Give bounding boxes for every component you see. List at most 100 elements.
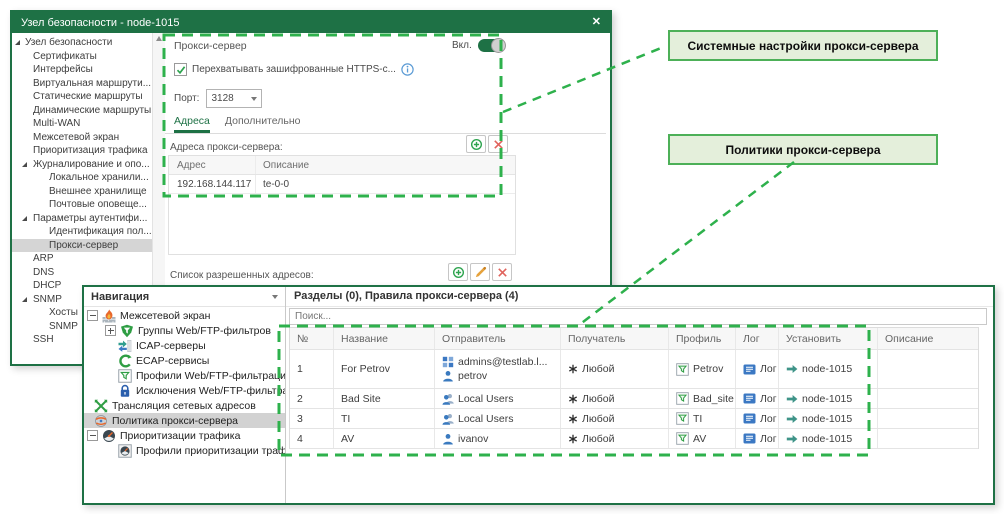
add-address-button[interactable] (466, 135, 486, 153)
tree-item-user-identification[interactable]: Идентификация пол... (12, 225, 152, 239)
install-cell: node-1015 (778, 350, 877, 388)
intercept-https-checkbox[interactable] (174, 63, 187, 76)
tab-additional[interactable]: Дополнительно (225, 115, 301, 133)
address-cell: 192.168.144.117 (177, 178, 252, 190)
filter-profile-icon (676, 412, 689, 425)
info-icon[interactable] (401, 63, 414, 76)
tab-addresses[interactable]: Адреса (174, 115, 210, 133)
column-log[interactable]: Лог (735, 328, 778, 349)
rule-row-2[interactable]: 2 Bad Site Local Users Любой Bad_site Ло… (290, 389, 978, 409)
expander-icon[interactable] (15, 40, 20, 46)
nav-item-proxy-policy[interactable]: Политика прокси-сервера (84, 413, 285, 428)
delete-address-button[interactable] (488, 135, 508, 153)
recipient-cell: Любой (560, 409, 668, 428)
proxy-policy-window: Навигация Межсетевой экран Группы Web/FT… (82, 285, 995, 505)
nav-item-ecap-services[interactable]: ECAP-сервисы (84, 353, 285, 368)
port-select[interactable]: 3128 (206, 89, 263, 108)
proxy-addresses-label: Адреса прокси-сервера: (170, 142, 283, 153)
tree-item-firewall[interactable]: Межсетевой экран (12, 131, 152, 145)
profile-cell: Petrov (668, 350, 735, 388)
log-cell: Лог (735, 350, 778, 388)
tree-item-external-storage[interactable]: Внешнее хранилище (12, 185, 152, 199)
recipient-cell: Любой (560, 429, 668, 448)
ecap-icon (118, 354, 132, 368)
tree-item-node-root[interactable]: Узел безопасности (12, 36, 152, 50)
description-cell (877, 350, 978, 388)
delete-allowed-button[interactable] (492, 263, 512, 281)
rule-row-3[interactable]: 3 TI Local Users Любой TI Лог node-1015 (290, 409, 978, 429)
close-icon[interactable]: ✕ (592, 17, 601, 28)
filter-profile-icon (118, 369, 132, 383)
rules-table: № Название Отправитель Получатель Профил… (289, 327, 979, 449)
nav-item-icap-servers[interactable]: ICAP-серверы (84, 338, 285, 353)
column-profile[interactable]: Профиль (668, 328, 735, 349)
log-icon (743, 412, 756, 425)
shield-icon (120, 324, 134, 338)
scroll-up-icon[interactable] (155, 36, 162, 41)
install-cell: node-1015 (778, 409, 877, 428)
tree-item-auth-params[interactable]: Параметры аутентифи... (12, 212, 152, 226)
install-cell: node-1015 (778, 389, 877, 408)
expander-icon[interactable] (22, 161, 27, 167)
rule-row-4[interactable]: 4 AV ivanov Любой AV Лог node-1015 (290, 429, 978, 449)
recipient-cell: Любой (560, 389, 668, 408)
any-icon (568, 394, 578, 404)
nav-item-nat[interactable]: Трансляция сетевых адресов (84, 398, 285, 413)
checkmark-icon (176, 65, 186, 75)
edit-allowed-button[interactable] (470, 263, 490, 281)
log-cell: Лог (735, 429, 778, 448)
column-number[interactable]: № (290, 328, 333, 349)
rule-row-1[interactable]: 1 For Petrov admins@testlab.l... petrov … (290, 350, 978, 389)
proxy-enabled-toggle[interactable] (477, 38, 506, 53)
tabs-divider (165, 133, 606, 134)
column-sender[interactable]: Отправитель (434, 328, 560, 349)
tree-item-local-storage[interactable]: Локальное хранили... (12, 171, 152, 185)
add-allowed-button[interactable] (448, 263, 468, 281)
nav-item-firewall[interactable]: Межсетевой экран (84, 308, 285, 323)
tree-item-virtual-routing[interactable]: Виртуальная маршрути... (12, 77, 152, 91)
tree-item-interfaces[interactable]: Интерфейсы (12, 63, 152, 77)
plus-icon (470, 138, 483, 151)
user-icon (442, 370, 454, 382)
expander-icon[interactable] (22, 296, 27, 302)
tree-item-traffic-priority[interactable]: Приоритизация трафика (12, 144, 152, 158)
tree-item-logging[interactable]: Журналирование и опо... (12, 158, 152, 172)
tree-item-arp[interactable]: ARP (12, 252, 152, 266)
tree-item-certificates[interactable]: Сертификаты (12, 50, 152, 64)
nav-item-priority-profiles[interactable]: Профили приоритизации трафика (84, 443, 285, 458)
install-arrow-icon (786, 414, 798, 424)
nav-item-traffic-priorities[interactable]: Приоритизации трафика (84, 428, 285, 443)
expand-icon[interactable] (105, 325, 116, 336)
tree-item-dns[interactable]: DNS (12, 266, 152, 280)
column-name[interactable]: Название (333, 328, 434, 349)
tree-item-proxy-server[interactable]: Прокси-сервер (12, 238, 152, 252)
chevron-down-icon[interactable] (272, 294, 278, 299)
proxy-addresses-table: Адрес Описание 192.168.144.117 te-0-0 (168, 155, 516, 255)
tree-item-dynamic-routes[interactable]: Динамические маршруты (12, 104, 152, 118)
log-icon (743, 392, 756, 405)
nav-item-webftp-filter-profiles[interactable]: Профили Web/FTP-фильтрации (84, 368, 285, 383)
collapse-icon[interactable] (87, 310, 98, 321)
tree-item-static-routes[interactable]: Статические маршруты (12, 90, 152, 104)
gauge-icon (102, 429, 116, 443)
pencil-icon (474, 266, 487, 279)
sender-cell: Local Users (434, 389, 560, 408)
nav-item-webftp-filter-exceptions[interactable]: Исключения Web/FTP-фильтрации (84, 383, 285, 398)
window-titlebar[interactable]: Узел безопасности - node-1015 ✕ (12, 12, 610, 33)
any-icon (568, 434, 578, 444)
install-arrow-icon (786, 434, 798, 444)
proxy-policy-icon (94, 414, 108, 428)
column-description[interactable]: Описание (877, 328, 978, 349)
tree-item-multiwan[interactable]: Multi-WAN (12, 117, 152, 131)
expander-icon[interactable] (22, 215, 27, 221)
profile-cell: Bad_site (668, 389, 735, 408)
column-install[interactable]: Установить (778, 328, 877, 349)
rules-panel: Разделы (0), Правила прокси-сервера (4) … (286, 287, 993, 503)
column-recipient[interactable]: Получатель (560, 328, 668, 349)
collapse-icon[interactable] (87, 430, 98, 441)
tree-item-mail-alerts[interactable]: Почтовые оповеще... (12, 198, 152, 212)
nav-item-webftp-filter-groups[interactable]: Группы Web/FTP-фильтров (84, 323, 285, 338)
table-row[interactable]: 192.168.144.117 te-0-0 (169, 175, 515, 194)
install-arrow-icon (786, 364, 798, 374)
search-input[interactable] (290, 309, 986, 324)
